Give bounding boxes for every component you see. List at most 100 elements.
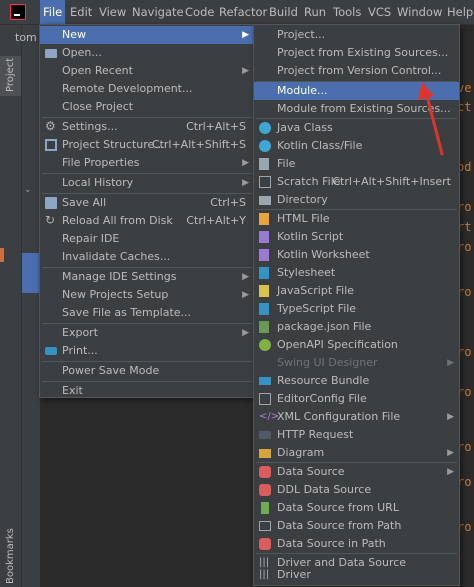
new-item-openapi[interactable]: OpenAPI Specification [254,336,459,354]
new-item-ddl-data-source[interactable]: DDL Data Source [254,481,459,499]
chevron-right-icon: ▶ [242,328,249,338]
tree-marker [0,248,4,262]
menu-item-local-history[interactable]: Local History ▶ [40,174,254,192]
menu-file[interactable]: File [40,0,66,24]
menu-item-close-project[interactable]: Close Project [40,98,254,116]
kotlin-class-icon [259,140,271,152]
new-item-package-json[interactable]: package.json File [254,318,459,336]
folder-icon [259,521,271,531]
openapi-icon [259,339,271,351]
menu-item-power-save-mode[interactable]: Power Save Mode [40,362,254,380]
typescript-icon [259,303,269,315]
chevron-right-icon: ▶ [242,178,249,188]
annotation-arrow [418,82,444,156]
chevron-right-icon: ▶ [447,412,454,422]
kotlin-worksheet-icon [259,249,269,261]
chevron-right-icon: ▶ [242,158,249,168]
project-panel: tom ⌄ [15,25,40,587]
save-icon [45,197,57,209]
plug-icon [261,502,269,514]
menu-item-new-projects-setup[interactable]: New Projects Setup ▶ [40,286,254,304]
chevron-right-icon: ▶ [242,66,249,76]
menu-item-export[interactable]: Export ▶ [40,324,254,342]
new-item-kotlin-script[interactable]: Kotlin Script [254,228,459,246]
menu-item-new[interactable]: New ▶ [40,26,254,44]
new-item-scratch-file[interactable]: Scratch File Ctrl+Alt+Shift+Insert [254,173,459,191]
chevron-right-icon: ▶ [447,358,454,368]
menu-edit[interactable]: Edit [67,0,95,24]
menu-item-open-recent[interactable]: Open Recent ▶ [40,62,254,80]
menu-navigate[interactable]: Navigate [129,0,187,24]
new-item-editorconfig[interactable]: EditorConfig File [254,390,459,408]
new-item-diagram[interactable]: Diagram ▶ [254,444,459,462]
diagram-icon [259,449,271,458]
new-item-data-source-url[interactable]: Data Source from URL [254,499,459,517]
database-icon [259,466,271,478]
menu-item-save-as-template[interactable]: Save File as Template... [40,304,254,322]
menu-item-project-structure[interactable]: Project Structure... Ctrl+Alt+Shift+S [40,136,254,154]
new-item-data-source[interactable]: Data Source ▶ [254,463,459,481]
selected-tree-row[interactable] [22,253,40,293]
new-item-http-request[interactable]: HTTP Request [254,426,459,444]
editor-tab-fragment[interactable]: tom [15,31,37,44]
refresh-icon: ↻ [45,213,56,227]
file-icon [259,158,269,170]
new-item-javascript-file[interactable]: JavaScript File [254,282,459,300]
chevron-right-icon: ▶ [242,30,249,40]
new-item-data-source-in-path[interactable]: Data Source in Path [254,535,459,553]
menu-run[interactable]: Run [301,0,329,24]
javascript-icon [259,285,269,297]
new-item-driver[interactable]: ||| Driver [254,566,459,583]
menu-bar: File Edit View Navigate Code Refactor Bu… [0,0,474,25]
menu-vcs[interactable]: VCS [365,0,394,24]
new-item-stylesheet[interactable]: Stylesheet [254,264,459,282]
printer-icon [45,347,57,355]
new-item-html-file[interactable]: HTML File [254,210,459,228]
menu-view[interactable]: View [96,0,129,24]
menu-item-manage-ide-settings[interactable]: Manage IDE Settings ▶ [40,268,254,286]
project-structure-icon [45,139,57,151]
chevron-down-icon[interactable]: ⌄ [24,185,32,195]
menu-item-reload[interactable]: ↻ Reload All from Disk Ctrl+Alt+Y [40,212,254,230]
menu-item-remote-development[interactable]: Remote Development... [40,80,254,98]
menu-item-save-all[interactable]: Save All Ctrl+S [40,194,254,212]
new-item-project-vcs[interactable]: Project from Version Control... [254,62,459,80]
menu-item-repair-ide[interactable]: Repair IDE [40,230,254,248]
menu-window[interactable]: Window [394,0,445,24]
driver-icon: ||| [259,569,270,580]
database-icon [259,538,271,550]
new-item-project[interactable]: Project... [254,26,459,44]
menu-item-invalidate-caches[interactable]: Invalidate Caches... [40,248,254,266]
kotlin-script-icon [259,231,269,243]
project-tool-button[interactable]: Project [0,56,21,96]
css-icon [259,267,269,279]
menu-refactor[interactable]: Refactor [216,0,270,24]
new-item-resource-bundle[interactable]: Resource Bundle [254,372,459,390]
menu-item-settings[interactable]: ⚙ Settings... Ctrl+Alt+S [40,118,254,136]
new-item-project-existing[interactable]: Project from Existing Sources... [254,44,459,62]
menu-item-file-properties[interactable]: File Properties ▶ [40,154,254,172]
file-menu: New ▶ Open... Open Recent ▶ Remote Devel… [39,24,255,398]
new-item-xml-config[interactable]: </> XML Configuration File ▶ [254,408,459,426]
chevron-right-icon: ▶ [447,467,454,477]
new-item-kotlin-worksheet[interactable]: Kotlin Worksheet [254,246,459,264]
ddl-database-icon [259,484,271,496]
new-item-directory[interactable]: Directory [254,191,459,209]
menu-help[interactable]: Help [444,0,474,24]
new-item-typescript-file[interactable]: TypeScript File [254,300,459,318]
menu-tools[interactable]: Tools [330,0,364,24]
menu-code[interactable]: Code [182,0,217,24]
editorconfig-icon [259,393,271,405]
java-class-icon [259,122,271,134]
html-icon [259,213,269,225]
menu-build[interactable]: Build [266,0,301,24]
chevron-right-icon: ▶ [242,290,249,300]
npm-icon [259,321,269,333]
menu-item-print[interactable]: Print... [40,342,254,360]
menu-item-open[interactable]: Open... [40,44,254,62]
new-item-swing-ui: Swing UI Designer ▶ [254,354,459,372]
chevron-right-icon: ▶ [447,448,454,458]
new-item-data-source-path[interactable]: Data Source from Path [254,517,459,535]
bookmarks-tool-label[interactable]: Bookmarks [5,528,16,584]
menu-item-exit[interactable]: Exit [40,382,254,400]
